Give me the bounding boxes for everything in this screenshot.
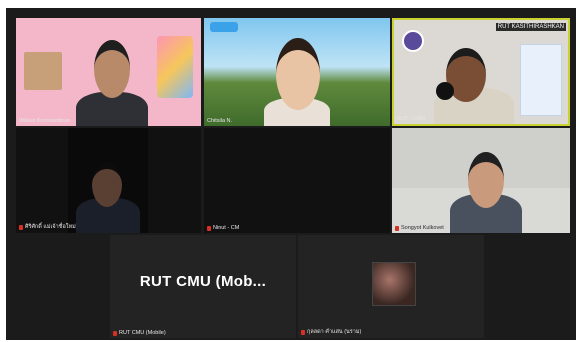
mic-muted-icon (207, 225, 211, 231)
participant-display-name: RUT CMU (Mob... (139, 273, 267, 290)
participant-name: Chitsila N. (207, 118, 233, 124)
video-tile-kullada[interactable]: กุลลดา คำแสน (นราม) (298, 235, 484, 338)
participant-name: RUT - CMU (397, 116, 426, 122)
video-tile-rut-cmu-mobile[interactable]: RUT CMU (Mob... RUT CMU (Mobile) (110, 235, 296, 338)
video-tile-chitsila[interactable]: Chitsila N. (204, 18, 390, 126)
video-tile-songyot[interactable]: Songyot Kulkovet (392, 128, 570, 233)
video-tile-wilwat[interactable]: Wilwat Komolaritinun (16, 18, 201, 126)
mic-muted-icon (113, 330, 117, 336)
mic-muted-icon (301, 329, 305, 335)
mic-muted-icon (395, 225, 399, 231)
participant-name: Songyot Kulkovet (395, 225, 444, 231)
person-head (92, 162, 122, 207)
participant-name: กุลลดา คำแสน (นราม) (301, 328, 361, 336)
app-logo-icon (210, 22, 238, 32)
participant-name: ศิริศักดิ์ แม่เจ้าชื่อใหม่ (19, 223, 76, 231)
headset-microphone (436, 82, 454, 100)
person-head (468, 152, 504, 208)
video-grid: Wilwat Komolaritinun Chitsila N. RUT KAS… (6, 8, 576, 340)
background-years-logo (157, 36, 193, 98)
person-head (94, 40, 130, 98)
rut-overlay-label: RUT KASITHIRASHKAN (495, 23, 566, 31)
video-tile-rut-cmu[interactable]: RUT KASITHIRASHKAN RUT - CMU (392, 18, 570, 126)
university-seal-icon (402, 30, 424, 52)
video-tile-ninut[interactable]: Ninut - CM (204, 128, 390, 233)
participant-name: Ninut - CM (207, 225, 239, 231)
person-head (276, 38, 320, 110)
mic-muted-icon (19, 224, 23, 230)
background-poster (24, 52, 62, 90)
profile-picture (372, 262, 416, 306)
background-poster (520, 44, 562, 116)
participant-name: RUT CMU (Mobile) (113, 330, 166, 336)
video-tile-sirisak[interactable]: ศิริศักดิ์ แม่เจ้าชื่อใหม่ (16, 128, 201, 233)
video-feed (68, 128, 148, 233)
participant-name: Wilwat Komolaritinun (19, 118, 71, 124)
